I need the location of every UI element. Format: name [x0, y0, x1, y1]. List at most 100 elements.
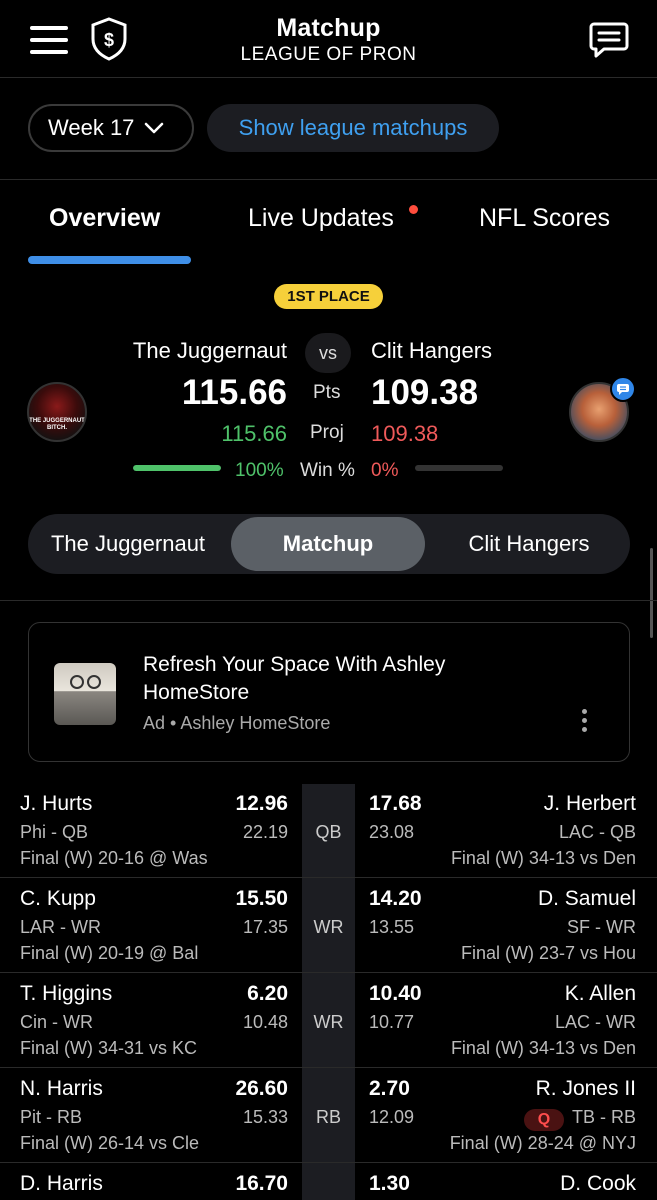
right-player-team-position: SF - WR	[567, 917, 636, 937]
right-player-projected: 12.09	[369, 1107, 415, 1127]
right-team-projected: 109.38	[371, 421, 439, 446]
ad-card[interactable]: Refresh Your Space With Ashley HomeStore…	[28, 622, 630, 762]
page-title: Matchup	[276, 14, 381, 42]
left-player-points: 12.96	[235, 792, 288, 815]
roster-slot-position: RB	[315, 1107, 341, 1127]
left-player-projected: 22.19	[242, 822, 288, 842]
right-player-projected: 13.55	[369, 917, 415, 937]
right-player-projected: 10.77	[369, 1012, 415, 1032]
right-win-bar	[415, 465, 503, 471]
left-win-bar	[133, 465, 221, 471]
right-player-team-position: LAC - QB	[558, 822, 636, 842]
proj-label: Proj	[310, 422, 344, 443]
right-player-name[interactable]: J. Herbert	[544, 792, 636, 816]
page-title-block: Matchup LEAGUE OF PRON	[0, 14, 657, 66]
right-player-name[interactable]: D. Cook	[560, 1172, 636, 1196]
chevron-down-icon	[145, 122, 164, 134]
left-player-game-result: Final (W) 20-16 @ Was	[20, 848, 208, 868]
left-team-name: The Juggernaut	[132, 338, 287, 363]
injury-status-badge: Q	[524, 1109, 564, 1131]
tab-overview[interactable]: Overview	[49, 204, 160, 233]
roster-slot-position: WR	[313, 1012, 344, 1032]
right-player-name[interactable]: K. Allen	[565, 982, 636, 1006]
win-pct-label: Win %	[300, 460, 355, 481]
left-player-team-position: Phi - QB	[20, 822, 89, 842]
left-player-points: 26.60	[235, 1077, 288, 1100]
notification-dot	[409, 205, 418, 214]
right-team-name: Clit Hangers	[371, 338, 493, 363]
left-player-points: 6.20	[247, 982, 288, 1005]
tab-live-updates[interactable]: Live Updates	[248, 204, 394, 233]
left-player-team-position: Pit - RB	[20, 1107, 83, 1127]
left-player-projected: 17.35	[242, 917, 288, 937]
right-player-points: 14.20	[369, 887, 422, 910]
left-player-name[interactable]: T. Higgins	[20, 982, 112, 1006]
right-win-pct: 0%	[371, 460, 399, 481]
ad-thumbnail	[54, 663, 116, 725]
right-player-points: 17.68	[369, 792, 422, 815]
pts-label: Pts	[313, 382, 341, 403]
roster-row[interactable]: N. Harris 26.60 Pit - RB 15.33 Final (W) 26-…	[0, 1069, 657, 1163]
right-player-points: 1.30	[369, 1172, 410, 1195]
right-team-points: 109.38	[371, 373, 479, 412]
place-badge: 1ST PLACE	[274, 284, 383, 309]
left-player-projected: 10.48	[242, 1012, 288, 1032]
ad-sponsor: Ad • Ashley HomeStore	[143, 713, 331, 733]
left-player-points: 15.50	[235, 887, 288, 910]
right-player-points: 2.70	[369, 1077, 410, 1100]
left-player-team-position: Cin - WR	[20, 1012, 93, 1032]
scrollbar[interactable]	[650, 548, 653, 638]
week-label: Week 17	[48, 115, 135, 140]
week-row: Week 17 Show league matchups	[0, 78, 657, 180]
left-win-bar-fill	[133, 465, 221, 471]
left-team-points: 115.66	[181, 373, 287, 412]
right-player-team-position: TB - RB	[571, 1107, 636, 1127]
left-player-game-result: Final (W) 20-19 @ Bal	[20, 943, 199, 963]
roster-row[interactable]: T. Higgins 6.20 Cin - WR 10.48 Final (W) 34-…	[0, 974, 657, 1068]
left-player-name[interactable]: D. Harris	[20, 1172, 103, 1196]
more-options-icon[interactable]	[578, 709, 590, 737]
right-player-game-result: Final (W) 28-24 @ NYJ	[449, 1133, 636, 1153]
chat-icon[interactable]	[588, 19, 630, 61]
right-player-game-result: Final (W) 34-13 vs Den	[450, 848, 636, 868]
segment-right-team[interactable]: Clit Hangers	[428, 514, 630, 574]
tab-bar: Overview Live Updates NFL Scores	[0, 180, 657, 270]
right-player-game-result: Final (W) 34-13 vs Den	[450, 1038, 636, 1058]
team-view-segmented-control: The Juggernaut Matchup Clit Hangers	[28, 514, 630, 574]
divider	[0, 600, 657, 601]
right-player-team-position: LAC - WR	[555, 1012, 636, 1032]
roster-slot-position: WR	[313, 917, 344, 937]
right-player-name[interactable]: D. Samuel	[538, 887, 636, 911]
left-player-game-result: Final (W) 34-31 vs KC	[20, 1038, 198, 1058]
roster-row[interactable]: D. Harris16.70RB1.30D. Cook	[0, 1164, 657, 1200]
segment-left-team[interactable]: The Juggernaut	[28, 514, 228, 574]
left-player-points: 16.70	[235, 1172, 288, 1195]
top-bar: $ Matchup LEAGUE OF PRON	[0, 0, 657, 78]
right-player-name[interactable]: R. Jones II	[536, 1077, 636, 1101]
left-team-projected: 115.66	[221, 421, 287, 446]
left-player-name[interactable]: C. Kupp	[20, 887, 96, 911]
vs-label: vs	[305, 333, 351, 373]
roster-row[interactable]: C. Kupp 15.50 LAR - WR 17.35 Final (W) 20-19…	[0, 879, 657, 973]
ad-title: Refresh Your Space With Ashley HomeStore	[143, 653, 446, 704]
right-player-points: 10.40	[369, 982, 422, 1005]
show-league-matchups-button[interactable]: Show league matchups	[207, 104, 499, 152]
message-badge-icon[interactable]	[610, 376, 636, 402]
left-player-game-result: Final (W) 26-14 vs Cle	[20, 1133, 200, 1153]
tab-nfl-scores[interactable]: NFL Scores	[479, 204, 610, 233]
left-win-pct: 100%	[235, 460, 284, 481]
avatar-caption: THE JUGGERNAUT BITCH.	[29, 418, 85, 431]
roster-slot-position: QB	[315, 822, 342, 842]
left-team-avatar[interactable]: THE JUGGERNAUT BITCH.	[27, 382, 87, 442]
active-tab-indicator	[28, 256, 191, 264]
left-player-team-position: LAR - WR	[20, 917, 101, 937]
right-player-projected: 23.08	[369, 822, 415, 842]
left-player-projected: 15.33	[242, 1107, 288, 1127]
roster-row[interactable]: J. Hurts 12.96 Phi - QB 22.19 Final (W) 20-1…	[0, 784, 657, 878]
left-player-name[interactable]: J. Hurts	[20, 792, 92, 816]
right-player-game-result: Final (W) 23-7 vs Hou	[460, 943, 636, 963]
segment-matchup[interactable]: Matchup	[231, 517, 425, 571]
left-player-name[interactable]: N. Harris	[20, 1077, 103, 1101]
league-name: LEAGUE OF PRON	[240, 44, 417, 65]
week-selector[interactable]: Week 17	[28, 104, 194, 152]
